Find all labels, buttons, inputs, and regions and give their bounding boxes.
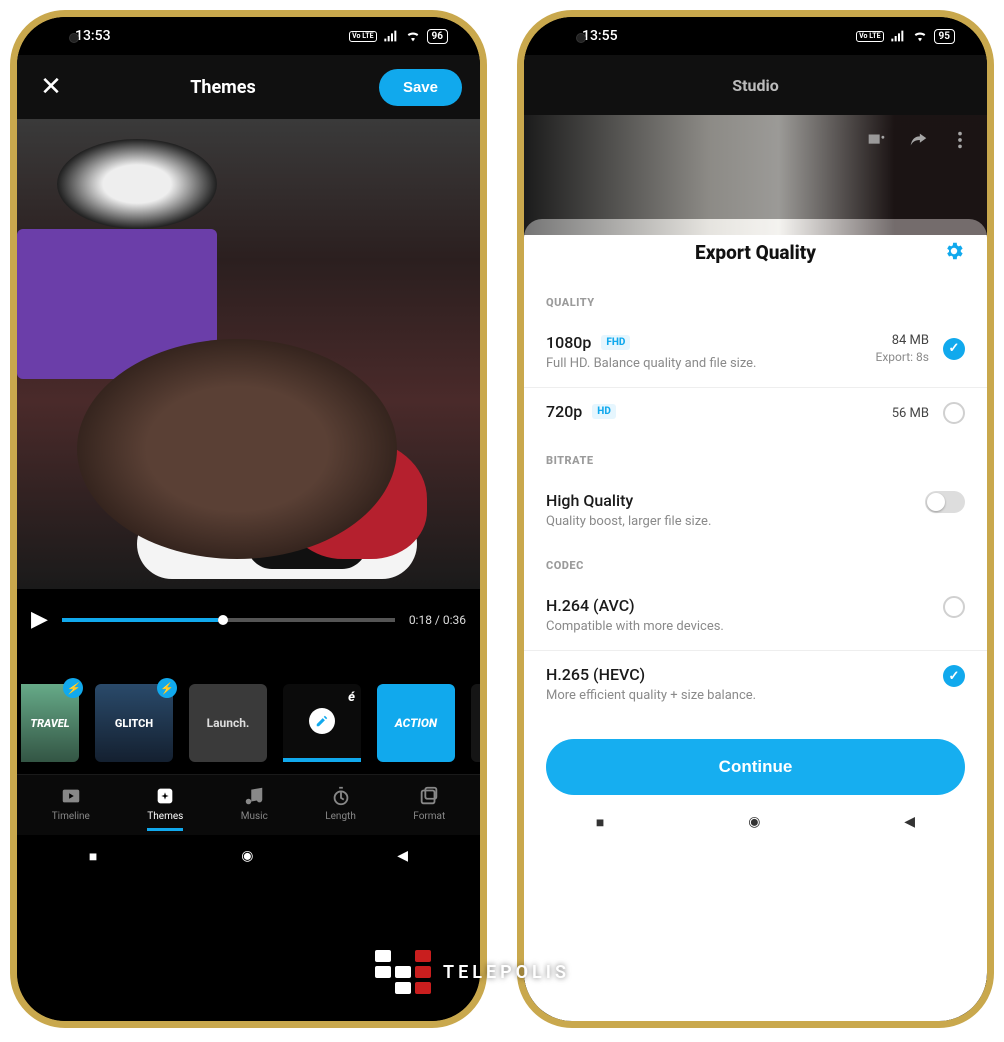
filesize: 84 MB [892, 333, 929, 348]
bolt-icon: ⚡ [63, 678, 83, 698]
player-controls: ▶ 0:18 / 0:36 [17, 589, 480, 662]
nav-home-icon[interactable]: ◉ [241, 848, 253, 864]
watermark-text: TELEPOLIS [443, 962, 570, 983]
android-navbar: ■ ◉ ◀ [524, 801, 987, 843]
theme-travel[interactable]: ⚡ TRAVEL [21, 684, 79, 762]
save-button[interactable]: Save [379, 69, 462, 106]
bottom-tabs: Timeline Themes Music Length Format [17, 774, 480, 835]
export-sheet: Export Quality QUALITY 1080p FHD Full HD… [524, 219, 987, 1021]
watermark-logo-icon [375, 950, 431, 994]
nav-recents-icon[interactable]: ■ [89, 848, 97, 865]
vo-lte-icon: Vo LTE [856, 31, 883, 42]
fhd-badge: FHD [601, 335, 630, 350]
progress-knob[interactable] [218, 615, 228, 625]
filesize: 56 MB [892, 406, 929, 421]
more-icon[interactable] [949, 129, 971, 151]
nav-recents-icon[interactable]: ■ [596, 814, 604, 831]
signal-icon [383, 28, 399, 44]
timeline-icon [60, 785, 82, 807]
battery-icon: 96 [427, 29, 448, 44]
music-icon [243, 785, 265, 807]
timecode: 0:18 / 0:36 [409, 613, 466, 627]
tab-format[interactable]: Format [413, 785, 445, 831]
radio-checked-icon[interactable] [943, 338, 965, 360]
play-icon[interactable]: ▶ [31, 607, 48, 632]
sheet-title: Export Quality [695, 241, 816, 264]
section-codec-label: CODEC [524, 545, 987, 582]
studio-preview [524, 115, 987, 235]
status-right: Vo LTE 95 [856, 28, 955, 44]
gear-icon[interactable] [943, 240, 965, 266]
nav-back-icon[interactable]: ◀ [397, 848, 408, 864]
theme-glitch[interactable]: ⚡ GLITCH [95, 684, 173, 762]
theme-launch[interactable]: Launch. [189, 684, 267, 762]
codec-option-h265[interactable]: H.265 (HEVC) More efficient quality + si… [524, 651, 987, 719]
radio-unchecked-icon[interactable] [943, 596, 965, 618]
tab-themes[interactable]: Themes [147, 785, 183, 831]
radio-checked-icon[interactable] [943, 665, 965, 687]
hd-badge: HD [592, 404, 616, 419]
progress-bar[interactable] [62, 618, 395, 622]
section-bitrate-label: BITRATE [524, 440, 987, 477]
share-icon[interactable] [907, 129, 929, 151]
app-header: ✕ Themes Save [17, 55, 480, 119]
camera-notch [576, 33, 586, 43]
wifi-icon [912, 28, 928, 44]
video-preview[interactable] [17, 119, 480, 589]
phone-left: 13:53 Vo LTE 96 ✕ Themes Save ▶ [10, 10, 487, 1028]
phone-right: 13:55 Vo LTE 95 Studio Export Quality [517, 10, 994, 1028]
close-icon[interactable]: ✕ [35, 72, 67, 102]
status-time: 13:55 [582, 28, 618, 44]
status-time: 13:53 [75, 28, 111, 44]
continue-button[interactable]: Continue [546, 739, 965, 795]
status-right: Vo LTE 96 [349, 28, 448, 44]
nav-back-icon[interactable]: ◀ [904, 814, 915, 830]
export-time: Export: 8s [876, 350, 929, 364]
quality-option-1080p[interactable]: 1080p FHD Full HD. Balance quality and f… [524, 319, 987, 388]
vo-lte-icon: Vo LTE [349, 31, 376, 42]
toggle-off[interactable] [925, 491, 965, 513]
watermark: TELEPOLIS [375, 950, 570, 994]
tab-timeline[interactable]: Timeline [52, 785, 90, 831]
nav-home-icon[interactable]: ◉ [748, 814, 760, 830]
bitrate-option[interactable]: High Quality Quality boost, larger file … [524, 477, 987, 545]
tab-music[interactable]: Music [241, 785, 268, 831]
studio-title: Studio [524, 55, 987, 115]
add-to-library-icon[interactable] [865, 129, 887, 151]
camera-notch [69, 33, 79, 43]
page-title: Themes [190, 77, 256, 98]
quality-option-720p[interactable]: 720p HD 56 MB [524, 388, 987, 440]
theme-action[interactable]: ACTION [377, 684, 455, 762]
theme-more[interactable] [471, 684, 480, 762]
sparkle-icon [154, 785, 176, 807]
tab-length[interactable]: Length [325, 785, 356, 831]
status-bar: 13:53 Vo LTE 96 [17, 17, 480, 55]
wifi-icon [405, 28, 421, 44]
bolt-icon: ⚡ [157, 678, 177, 698]
section-quality-label: QUALITY [524, 282, 987, 319]
battery-icon: 95 [934, 29, 955, 44]
status-bar: 13:55 Vo LTE 95 [524, 17, 987, 55]
android-navbar: ■ ◉ ◀ [17, 835, 480, 877]
format-icon [418, 785, 440, 807]
pencil-icon [309, 708, 335, 734]
theme-list: ⚡ TRAVEL ⚡ GLITCH Launch. é ACTION [17, 662, 480, 774]
theme-cafe-label: é [348, 690, 355, 705]
codec-option-h264[interactable]: H.264 (AVC) Compatible with more devices… [524, 582, 987, 651]
stopwatch-icon [330, 785, 352, 807]
signal-icon [890, 28, 906, 44]
radio-unchecked-icon[interactable] [943, 402, 965, 424]
theme-cafe[interactable]: é [283, 684, 361, 762]
